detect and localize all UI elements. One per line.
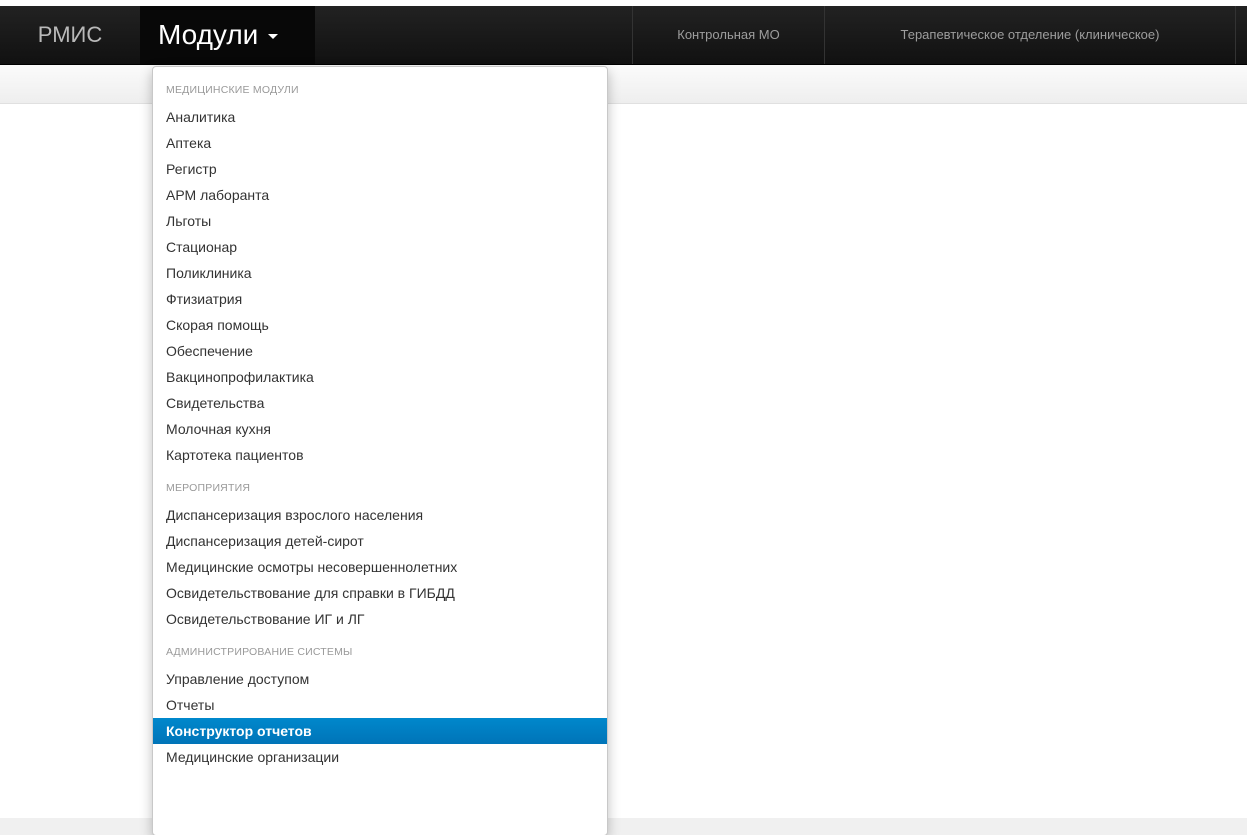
menu-section-header: МЕДИЦИНСКИЕ МОДУЛИ [166,84,299,96]
page: РМИС Модули Контрольная МО Терапевтическ… [0,0,1247,835]
menu-item[interactable]: Вакцинопрофилактика [153,364,607,390]
organization-selector[interactable]: Контрольная МО [632,6,824,64]
department-selector[interactable]: Терапевтическое отделение (клиническое) [824,6,1236,64]
modules-dropdown-menu: МЕДИЦИНСКИЕ МОДУЛИ Аналитика Аптека Регистр… [152,66,608,835]
modules-menu-label: Модули [158,19,259,50]
menu-item[interactable]: Управление доступом [153,666,607,692]
brand-logo[interactable]: РМИС [0,6,140,64]
menu-item[interactable]: Обеспечение [153,338,607,364]
modules-menu-button[interactable]: Модули [140,6,315,64]
menu-item[interactable]: Конструктор отчетов [153,718,607,744]
menu-item[interactable]: Диспансеризация взрослого населения [153,502,607,528]
menu-item[interactable]: Отчеты [153,692,607,718]
menu-item[interactable]: Аналитика [153,104,607,130]
menu-item[interactable]: Фтизиатрия [153,286,607,312]
menu-item[interactable]: Льготы [153,208,607,234]
top-navbar: РМИС Модули Контрольная МО Терапевтическ… [0,6,1247,65]
menu-item[interactable]: Аптека [153,130,607,156]
menu-item[interactable]: Стационар [153,234,607,260]
menu-item[interactable]: Поликлиника [153,260,607,286]
caret-down-icon [268,34,279,40]
menu-item[interactable]: Молочная кухня [153,416,607,442]
menu-item[interactable]: Диспансеризация детей-сирот [153,528,607,554]
menu-item[interactable]: АРМ лаборанта [153,182,607,208]
menu-item[interactable]: Свидетельства [153,390,607,416]
menu-item[interactable]: Картотека пациентов [153,442,607,468]
menu-item[interactable]: Регистр [153,156,607,182]
menu-item[interactable]: Медицинские организации [153,744,607,770]
menu-item[interactable]: Освидетельствование для справки в ГИБДД [153,580,607,606]
menu-item[interactable]: Медицинские осмотры несовершеннолетних [153,554,607,580]
menu-item[interactable]: Скорая помощь [153,312,607,338]
menu-item[interactable]: Освидетельствование ИГ и ЛГ [153,606,607,632]
menu-section-header: МЕРОПРИЯТИЯ [166,482,251,494]
menu-section-header: АДМИНИСТРИРОВАНИЕ СИСТЕМЫ [166,646,353,658]
